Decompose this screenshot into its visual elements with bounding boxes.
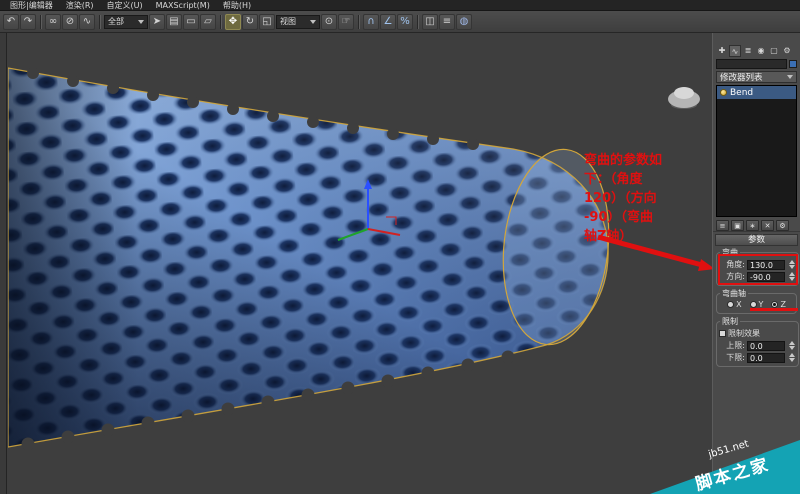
make-unique-icon[interactable]: ∗: [746, 219, 759, 231]
select-by-name-icon[interactable]: ▤: [166, 13, 182, 30]
tab-hierarchy-icon[interactable]: ≣: [742, 45, 754, 57]
panel-spacer: [713, 33, 800, 44]
dropdown-arrow-icon: [787, 75, 793, 79]
tab-create-icon[interactable]: ✚: [716, 45, 728, 57]
undo-icon[interactable]: ↶: [3, 13, 19, 30]
bend-axis-title: 弯曲轴: [722, 289, 746, 298]
menu-customize[interactable]: 自定义(U): [107, 0, 143, 11]
remove-modifier-icon[interactable]: ✕: [761, 219, 774, 231]
reference-coordinate-value: 视图: [280, 17, 296, 26]
bent-honeycomb-object[interactable]: [8, 63, 618, 453]
limit-effect-label: 限制效果: [728, 329, 760, 338]
limit-effect-row: 限制效果: [719, 328, 796, 339]
lower-limit-field[interactable]: 0.0: [747, 352, 785, 363]
modifier-list-dropdown[interactable]: 修改器列表: [716, 71, 797, 83]
upper-limit-spinner[interactable]: [787, 341, 796, 350]
pin-stack-icon[interactable]: ≡: [716, 219, 729, 231]
watermark: jb51.net 脚本之家: [650, 436, 800, 494]
render-setup-icon[interactable]: ◍: [456, 13, 472, 30]
reference-coordinate-dropdown[interactable]: 视图: [276, 14, 320, 29]
viewport-canvas: [8, 63, 712, 453]
select-object-icon[interactable]: ➤: [149, 13, 165, 30]
axis-x-label: X: [736, 300, 742, 309]
toolbar-separator: [99, 14, 100, 29]
menu-rendering[interactable]: 渲染(R): [66, 0, 94, 11]
annotation-line: 轴Z轴）: [584, 229, 633, 244]
align-icon[interactable]: ≡: [439, 13, 455, 30]
tab-display-icon[interactable]: ▢: [768, 45, 780, 57]
dropdown-arrow-icon: [138, 19, 144, 24]
angle-snap-icon[interactable]: ∠: [380, 13, 396, 30]
annotation-line: 下：（角度: [584, 172, 643, 187]
toolbar-separator: [40, 14, 41, 29]
viewport-left-strip: [0, 33, 7, 494]
select-and-link-icon[interactable]: ∞: [45, 13, 61, 30]
window-crossing-icon[interactable]: ▱: [200, 13, 216, 30]
use-pivot-center-icon[interactable]: ⊙: [321, 13, 337, 30]
object-color-swatch[interactable]: [789, 60, 797, 68]
object-name-row: [713, 58, 800, 70]
main-toolbar: ↶ ↷ ∞ ⊘ ∿ 全部 ➤ ▤ ▭ ▱ ✥ ↻ ◱ 视图 ⊙ ☞ ∩ ∠ % …: [0, 11, 800, 33]
menu-maxscript[interactable]: MAXScript(M): [156, 1, 210, 10]
annotation-line: 120）（方向: [584, 191, 657, 206]
limits-group: 限制 限制效果 上限: 0.0 下限: 0.0: [716, 316, 799, 367]
redo-icon[interactable]: ↷: [20, 13, 36, 30]
tab-modify-icon[interactable]: ∿: [729, 45, 741, 57]
modifier-enabled-icon[interactable]: [720, 89, 727, 96]
limits-title: 限制: [722, 317, 738, 326]
percent-snap-icon[interactable]: %: [397, 13, 413, 30]
tab-motion-icon[interactable]: ◉: [755, 45, 767, 57]
select-and-manipulate-icon[interactable]: ☞: [338, 13, 354, 30]
selection-filter-dropdown[interactable]: 全部: [104, 14, 148, 29]
annotation-underline: [750, 308, 798, 311]
lower-limit-spinner[interactable]: [787, 353, 796, 362]
stack-toolbar: ≡ ▣ ∗ ✕ ⚙: [713, 219, 800, 232]
select-and-rotate-icon[interactable]: ↻: [242, 13, 258, 30]
modifier-name: Bend: [730, 87, 754, 98]
tab-utilities-icon[interactable]: ⚙: [781, 45, 793, 57]
modifier-stack[interactable]: Bend: [716, 85, 797, 217]
3dsmax-window: 图形|编辑器 渲染(R) 自定义(U) MAXScript(M) 帮助(H) ↶…: [0, 0, 800, 494]
annotation-text: 弯曲的参数如 下：（角度 120）（方向 -90）（弯曲 轴Z轴）: [584, 151, 688, 246]
annotation-highlight-box: [718, 254, 798, 285]
lower-limit-row: 下限: 0.0: [719, 352, 796, 363]
selection-filter-value: 全部: [108, 17, 124, 26]
upper-limit-row: 上限: 0.0: [719, 340, 796, 351]
menu-help[interactable]: 帮助(H): [223, 0, 251, 11]
menu-graph-editors[interactable]: 图形|编辑器: [10, 0, 53, 11]
annotation-line: 弯曲的参数如: [584, 153, 663, 168]
unlink-selection-icon[interactable]: ⊘: [62, 13, 78, 30]
dropdown-arrow-icon: [310, 19, 316, 24]
lower-limit-label: 下限:: [726, 353, 745, 362]
show-end-result-icon[interactable]: ▣: [731, 219, 744, 231]
upper-limit-field[interactable]: 0.0: [747, 340, 785, 351]
modifier-list-label: 修改器列表: [720, 73, 763, 83]
radio-icon: [727, 301, 735, 308]
upper-limit-label: 上限:: [726, 341, 745, 350]
axis-x-radio[interactable]: X: [727, 300, 742, 309]
select-and-scale-icon[interactable]: ◱: [259, 13, 275, 30]
viewport-widget-icon[interactable]: [668, 87, 700, 109]
limit-effect-checkbox[interactable]: [719, 330, 726, 337]
select-and-move-icon[interactable]: ✥: [225, 13, 241, 30]
parameters-rollout-header[interactable]: 参数: [715, 234, 798, 246]
toolbar-separator: [358, 14, 359, 29]
toolbar-separator: [220, 14, 221, 29]
radio-selected-icon: [771, 301, 779, 308]
configure-modifier-sets-icon[interactable]: ⚙: [776, 219, 789, 231]
annotation-line: -90）（弯曲: [584, 210, 653, 225]
perspective-viewport[interactable]: 弯曲的参数如 下：（角度 120）（方向 -90）（弯曲 轴Z轴）: [0, 33, 712, 494]
command-panel-tabs: ✚ ∿ ≣ ◉ ▢ ⚙: [713, 44, 800, 58]
mirror-icon[interactable]: ◫: [422, 13, 438, 30]
object-name-field[interactable]: [716, 59, 787, 69]
selection-region-icon[interactable]: ▭: [183, 13, 199, 30]
menu-bar: 图形|编辑器 渲染(R) 自定义(U) MAXScript(M) 帮助(H): [0, 0, 800, 11]
bind-to-spacewarp-icon[interactable]: ∿: [79, 13, 95, 30]
toolbar-separator: [417, 14, 418, 29]
modifier-stack-item-bend[interactable]: Bend: [717, 86, 796, 99]
snap-toggle-icon[interactable]: ∩: [363, 13, 379, 30]
radio-icon: [749, 301, 757, 308]
